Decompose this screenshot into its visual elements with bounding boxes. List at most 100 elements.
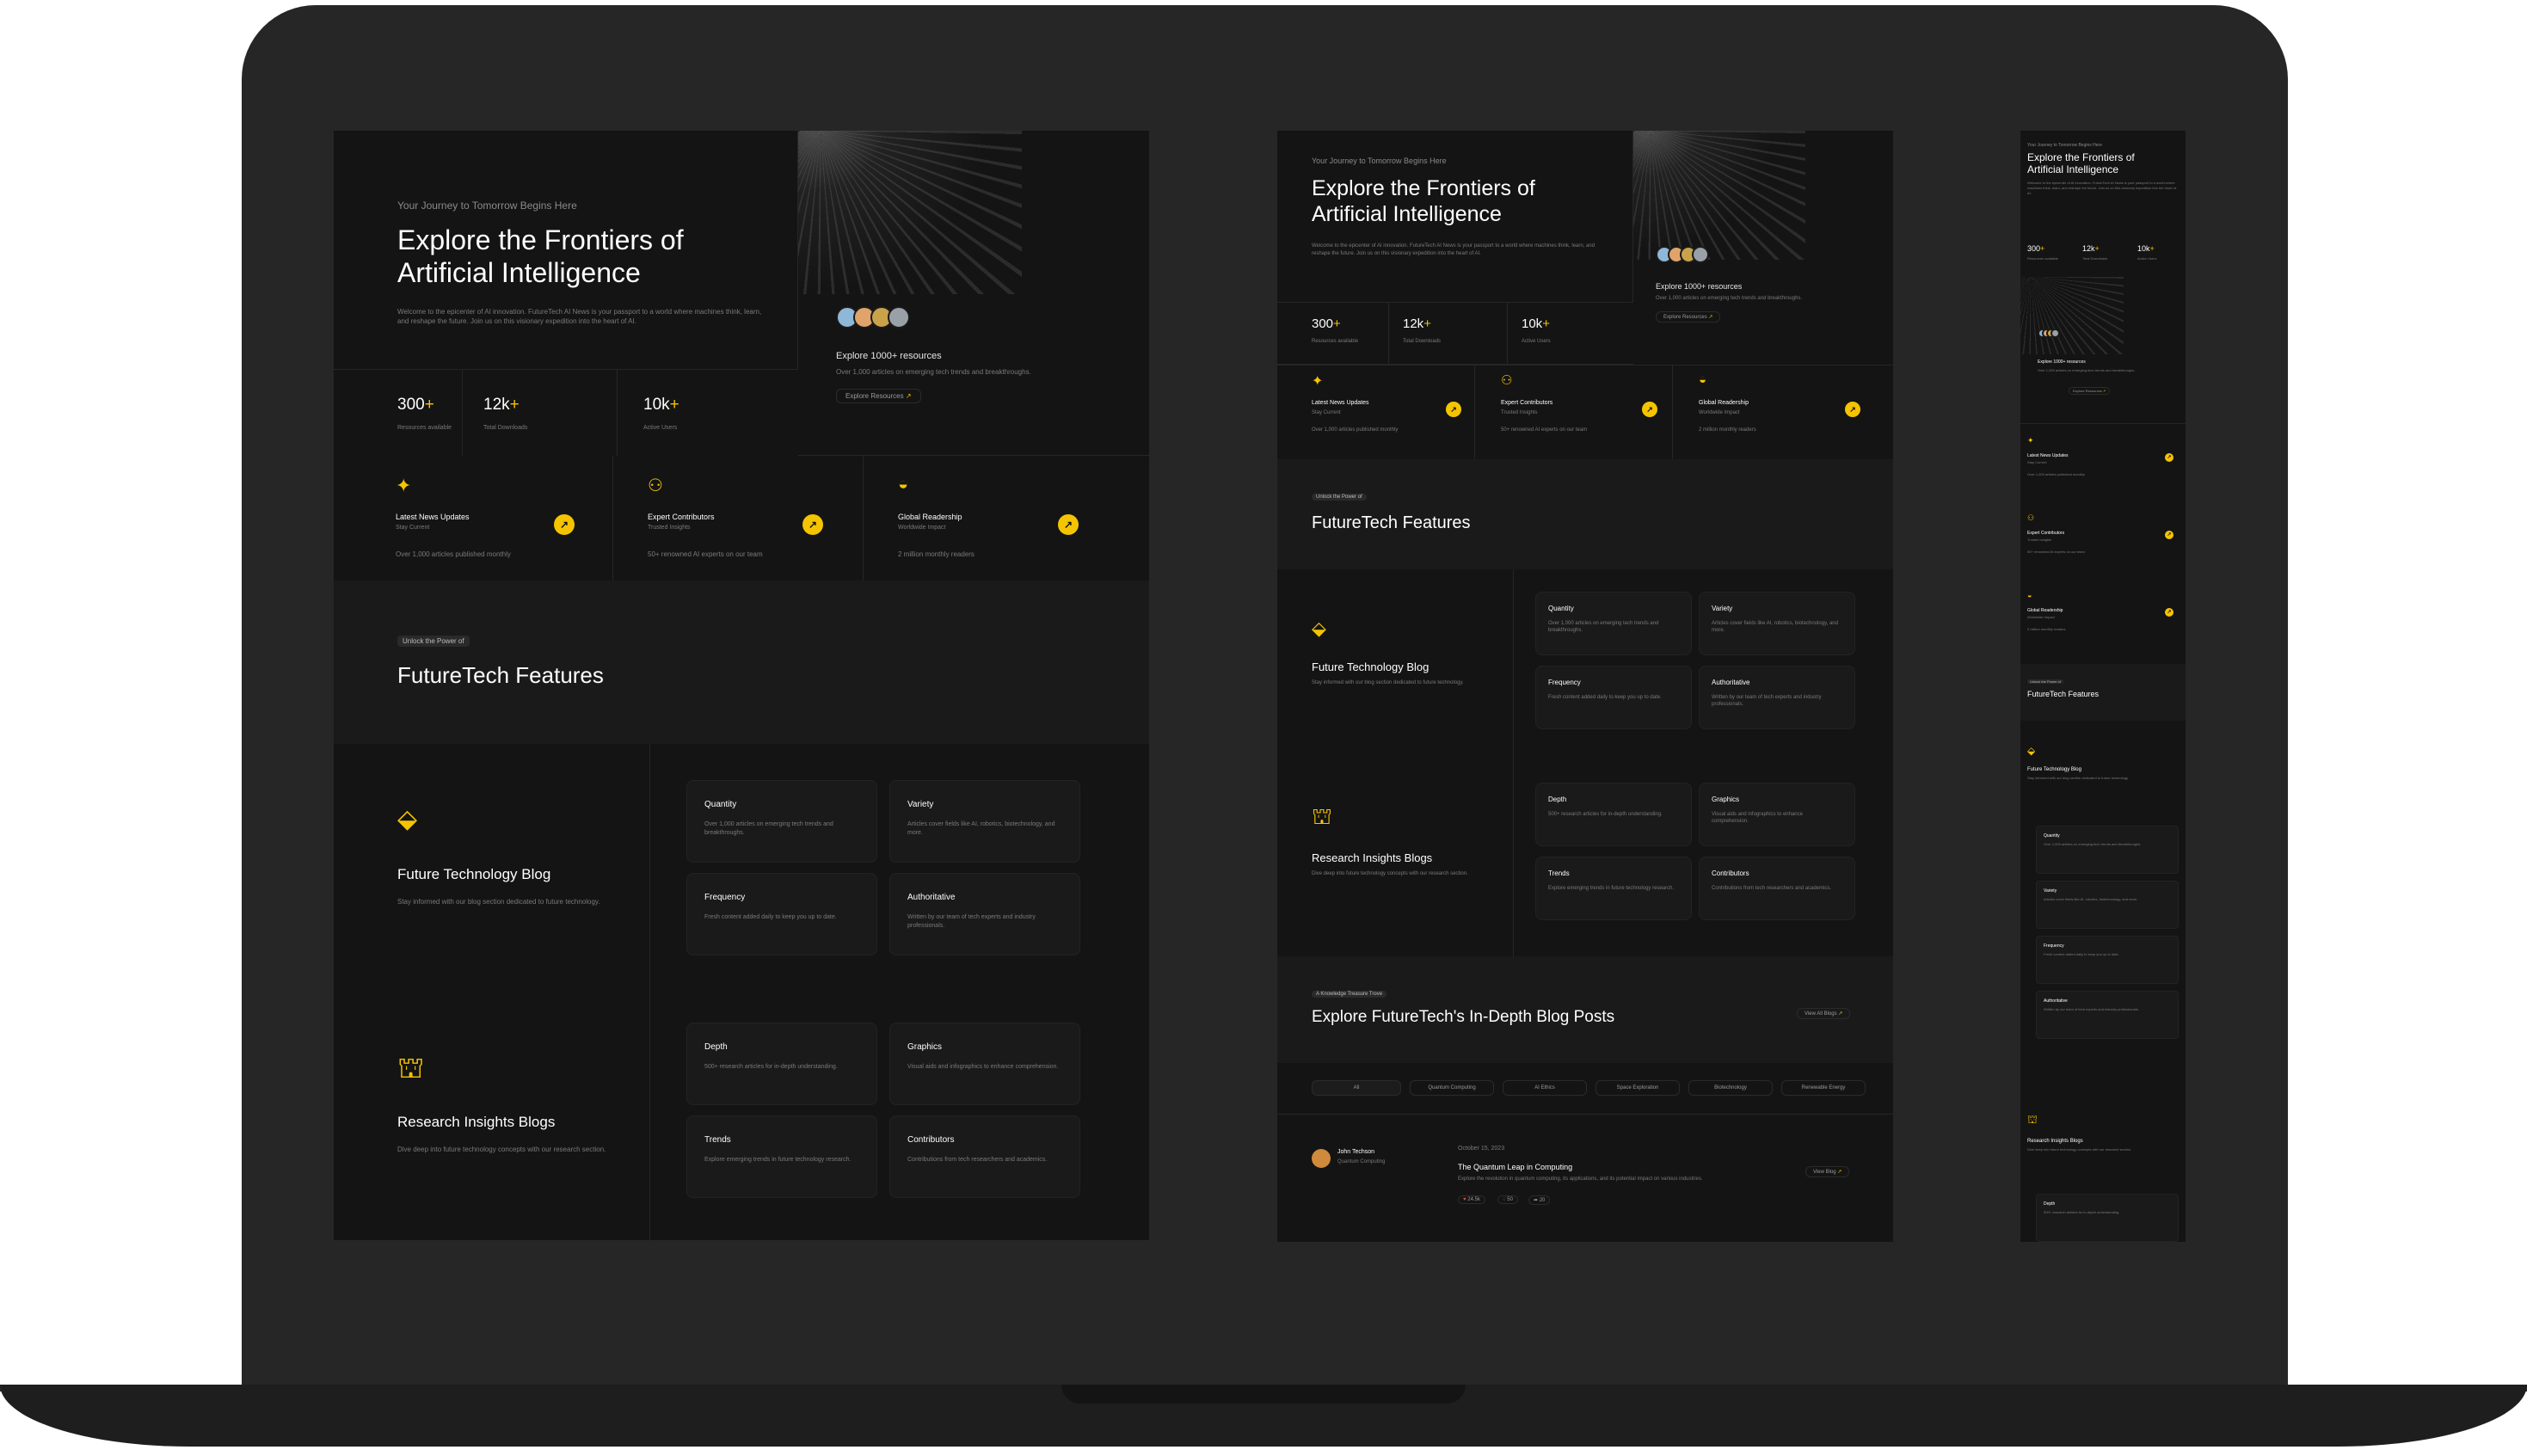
feature-card: Variety Articles cover fields like AI, r… [889,780,1080,863]
highlight-desc: 50+ renowned AI experts on our team [648,550,763,558]
section-badge: Unlock the Power of [2027,679,2063,684]
heart-icon: ♥ [1463,1197,1466,1202]
hero-title-line2: Artificial Intelligence [2027,163,2119,176]
hero-description: Welcome to the epicenter of AI innovatio… [397,308,762,325]
stat-suffix: + [1542,316,1550,331]
explore-desc: Over 1,000 articles on emerging tech tre… [2038,368,2136,372]
share-button[interactable]: ➦ 20 [1528,1195,1551,1205]
highlights-column: ✦ Latest News Updates Stay Current Over … [2020,423,2186,664]
feature-card: Contributors Contributions from tech res… [889,1115,1080,1198]
arrow-up-right-icon[interactable]: ↗ [802,514,823,535]
feature-card-title: Depth [1548,796,1567,803]
tab-biotechnology[interactable]: Biotechnology [1688,1080,1773,1096]
feature-card-title: Depth [2044,1201,2056,1207]
highlight-card[interactable]: ✦ Latest News Updates Stay Current ↗ Ove… [334,456,613,581]
features-header: Unlock the Power of FutureTech Features [334,581,1149,744]
feature-card: Graphics Visual aids and infographics to… [889,1023,1080,1105]
highlight-subtitle: Stay Current [2027,460,2047,464]
feature-card: Frequency Fresh content added daily to ke… [1535,666,1692,729]
explore-resources-button[interactable]: Explore Resources ↗ [2069,387,2111,395]
research-icon: ⛫ [1312,803,1332,829]
post-desc: Explore the revolution in quantum comput… [1458,1176,1703,1182]
hero-section: Your Journey to Tomorrow Begins Here Exp… [1277,131,1893,459]
highlight-card[interactable]: ◒ Global Readership Worldwide Impact ↗ 2… [864,456,1149,581]
globe-icon: ◒ [898,475,909,494]
feature-card-title: Quantity [704,800,737,809]
blog-post[interactable]: John Techson Quantum Computing October 1… [1277,1115,1893,1242]
author-role: Quantum Computing [1337,1159,1386,1164]
explore-resources-button[interactable]: Explore Resources ↗ [1656,311,1721,323]
highlight-card[interactable]: ◒ Global Readership Worldwide Impact ↗ 2… [1673,366,1893,459]
view-blog-button[interactable]: View Blog ↗ [1805,1166,1850,1177]
tab-ai-ethics[interactable]: AI Ethics [1503,1080,1587,1096]
tab-all[interactable]: All [1312,1080,1401,1096]
highlight-card[interactable]: ✦ Latest News Updates Stay Current ↗ Ove… [1277,366,1475,459]
research-icon: ⛫ [397,1052,425,1084]
arrow-up-right-icon[interactable]: ↗ [2165,453,2173,462]
feature-card-title: Contributors [907,1135,955,1145]
highlight-card[interactable]: ⚇ Expert Contributors Trusted Insights ↗… [613,456,864,581]
blog-icon: ⬙ [2027,745,2036,757]
feature-card-desc: Written by our team of tech experts and … [2044,1007,2139,1011]
view-all-blogs-button[interactable]: View All Blogs ↗ [1797,1008,1851,1019]
stat-suffix: + [2149,244,2155,253]
hero-title-line1: Explore the Frontiers of [1312,176,1535,200]
arrow-up-right-icon[interactable]: ↗ [1642,402,1657,417]
feature-card-desc: Fresh content added daily to keep you up… [2044,952,2119,956]
feature-card-title: Quantity [2044,833,2060,839]
stat-card: 12k+ Total Downloads [1389,303,1508,364]
explore-resources-button[interactable]: Explore Resources ↗ [836,389,921,403]
features-header: Unlock the Power of FutureTech Features [1277,459,1893,569]
stat-value: 12k+ [483,396,520,415]
highlight-title: Global Readership [1699,400,1749,406]
stat-label: Active Users [643,425,678,431]
research-icon: ⛫ [2027,1113,2038,1126]
feature-block-title: Future Technology Blog [1312,660,1430,673]
people-icon: ⚇ [2027,513,2035,522]
stat-number: 10k [643,396,670,414]
arrow-up-right-icon[interactable]: ↗ [1446,402,1461,417]
highlight-title: Expert Contributors [2027,531,2065,536]
avatar [2050,329,2060,338]
feature-card-title: Contributors [1712,869,1749,877]
hero-title: Explore the Frontiers of Artificial Inte… [2027,151,2135,176]
tab-space-exploration[interactable]: Space Exploration [1596,1080,1680,1096]
comment-button[interactable]: ◌ 50 [1497,1195,1518,1204]
blog-icon: ⬙ [1312,617,1326,639]
stat-card: 12k+ Total Downloads [463,370,618,456]
feature-card-title: Trends [1548,869,1570,877]
arrow-up-right-icon[interactable]: ↗ [1058,514,1079,535]
feature-card: Contributors Contributions from tech rese… [1699,857,1855,920]
tab-renewable-energy[interactable]: Renewable Energy [1781,1080,1866,1096]
highlight-title: Expert Contributors [648,513,715,521]
feature-card-title: Trends [704,1135,731,1145]
explore-title: Explore 1000+ resources [2038,359,2086,365]
highlight-title: Global Readership [898,513,962,521]
arrow-up-right-icon[interactable]: ↗ [1845,402,1860,417]
arrow-up-right-icon[interactable]: ↗ [554,514,575,535]
hero-left: Your Journey to Tomorrow Begins Here Exp… [1277,131,1633,303]
like-button[interactable]: ♥ 24.5k [1458,1195,1485,1204]
mobile-preview: Your Journey to Tomorrow Begins Here Exp… [2020,131,2186,1242]
features-sidebar: ⬙ Future Technology Blog Stay informed w… [1277,569,1514,956]
feature-block-desc: Dive deep into future technology concept… [397,1146,606,1153]
arrow-up-right-icon: ↗ [1838,1011,1843,1017]
feature-card-desc: Articles cover fields like AI, robotics,… [907,821,1055,836]
highlight-subtitle: Trusted Insights [2027,538,2052,542]
explore-title: Explore 1000+ resources [1656,282,1743,291]
tab-quantum-computing[interactable]: Quantum Computing [1410,1080,1494,1096]
arrow-up-right-icon[interactable]: ↗ [2165,531,2173,539]
laptop-notch [1061,1385,1466,1404]
stat-value: 10k+ [2137,244,2155,253]
explore-title: Explore 1000+ resources [836,351,942,361]
highlight-subtitle: Worldwide Impact [2027,615,2055,619]
arrow-up-right-icon: ↗ [2102,389,2106,393]
feature-card: Trends Explore emerging trends in future… [686,1115,877,1198]
arrow-up-right-icon[interactable]: ↗ [2165,608,2173,617]
highlight-card[interactable]: ⚇ Expert Contributors Trusted Insights ↗… [1475,366,1673,459]
stat-value: 10k+ [643,396,679,415]
arrow-up-right-icon: ↗ [1708,315,1713,320]
hero-title: Explore the Frontiers of Artificial Inte… [1312,175,1535,227]
people-icon: ⚇ [1501,373,1513,388]
highlight-title: Expert Contributors [1501,400,1553,406]
